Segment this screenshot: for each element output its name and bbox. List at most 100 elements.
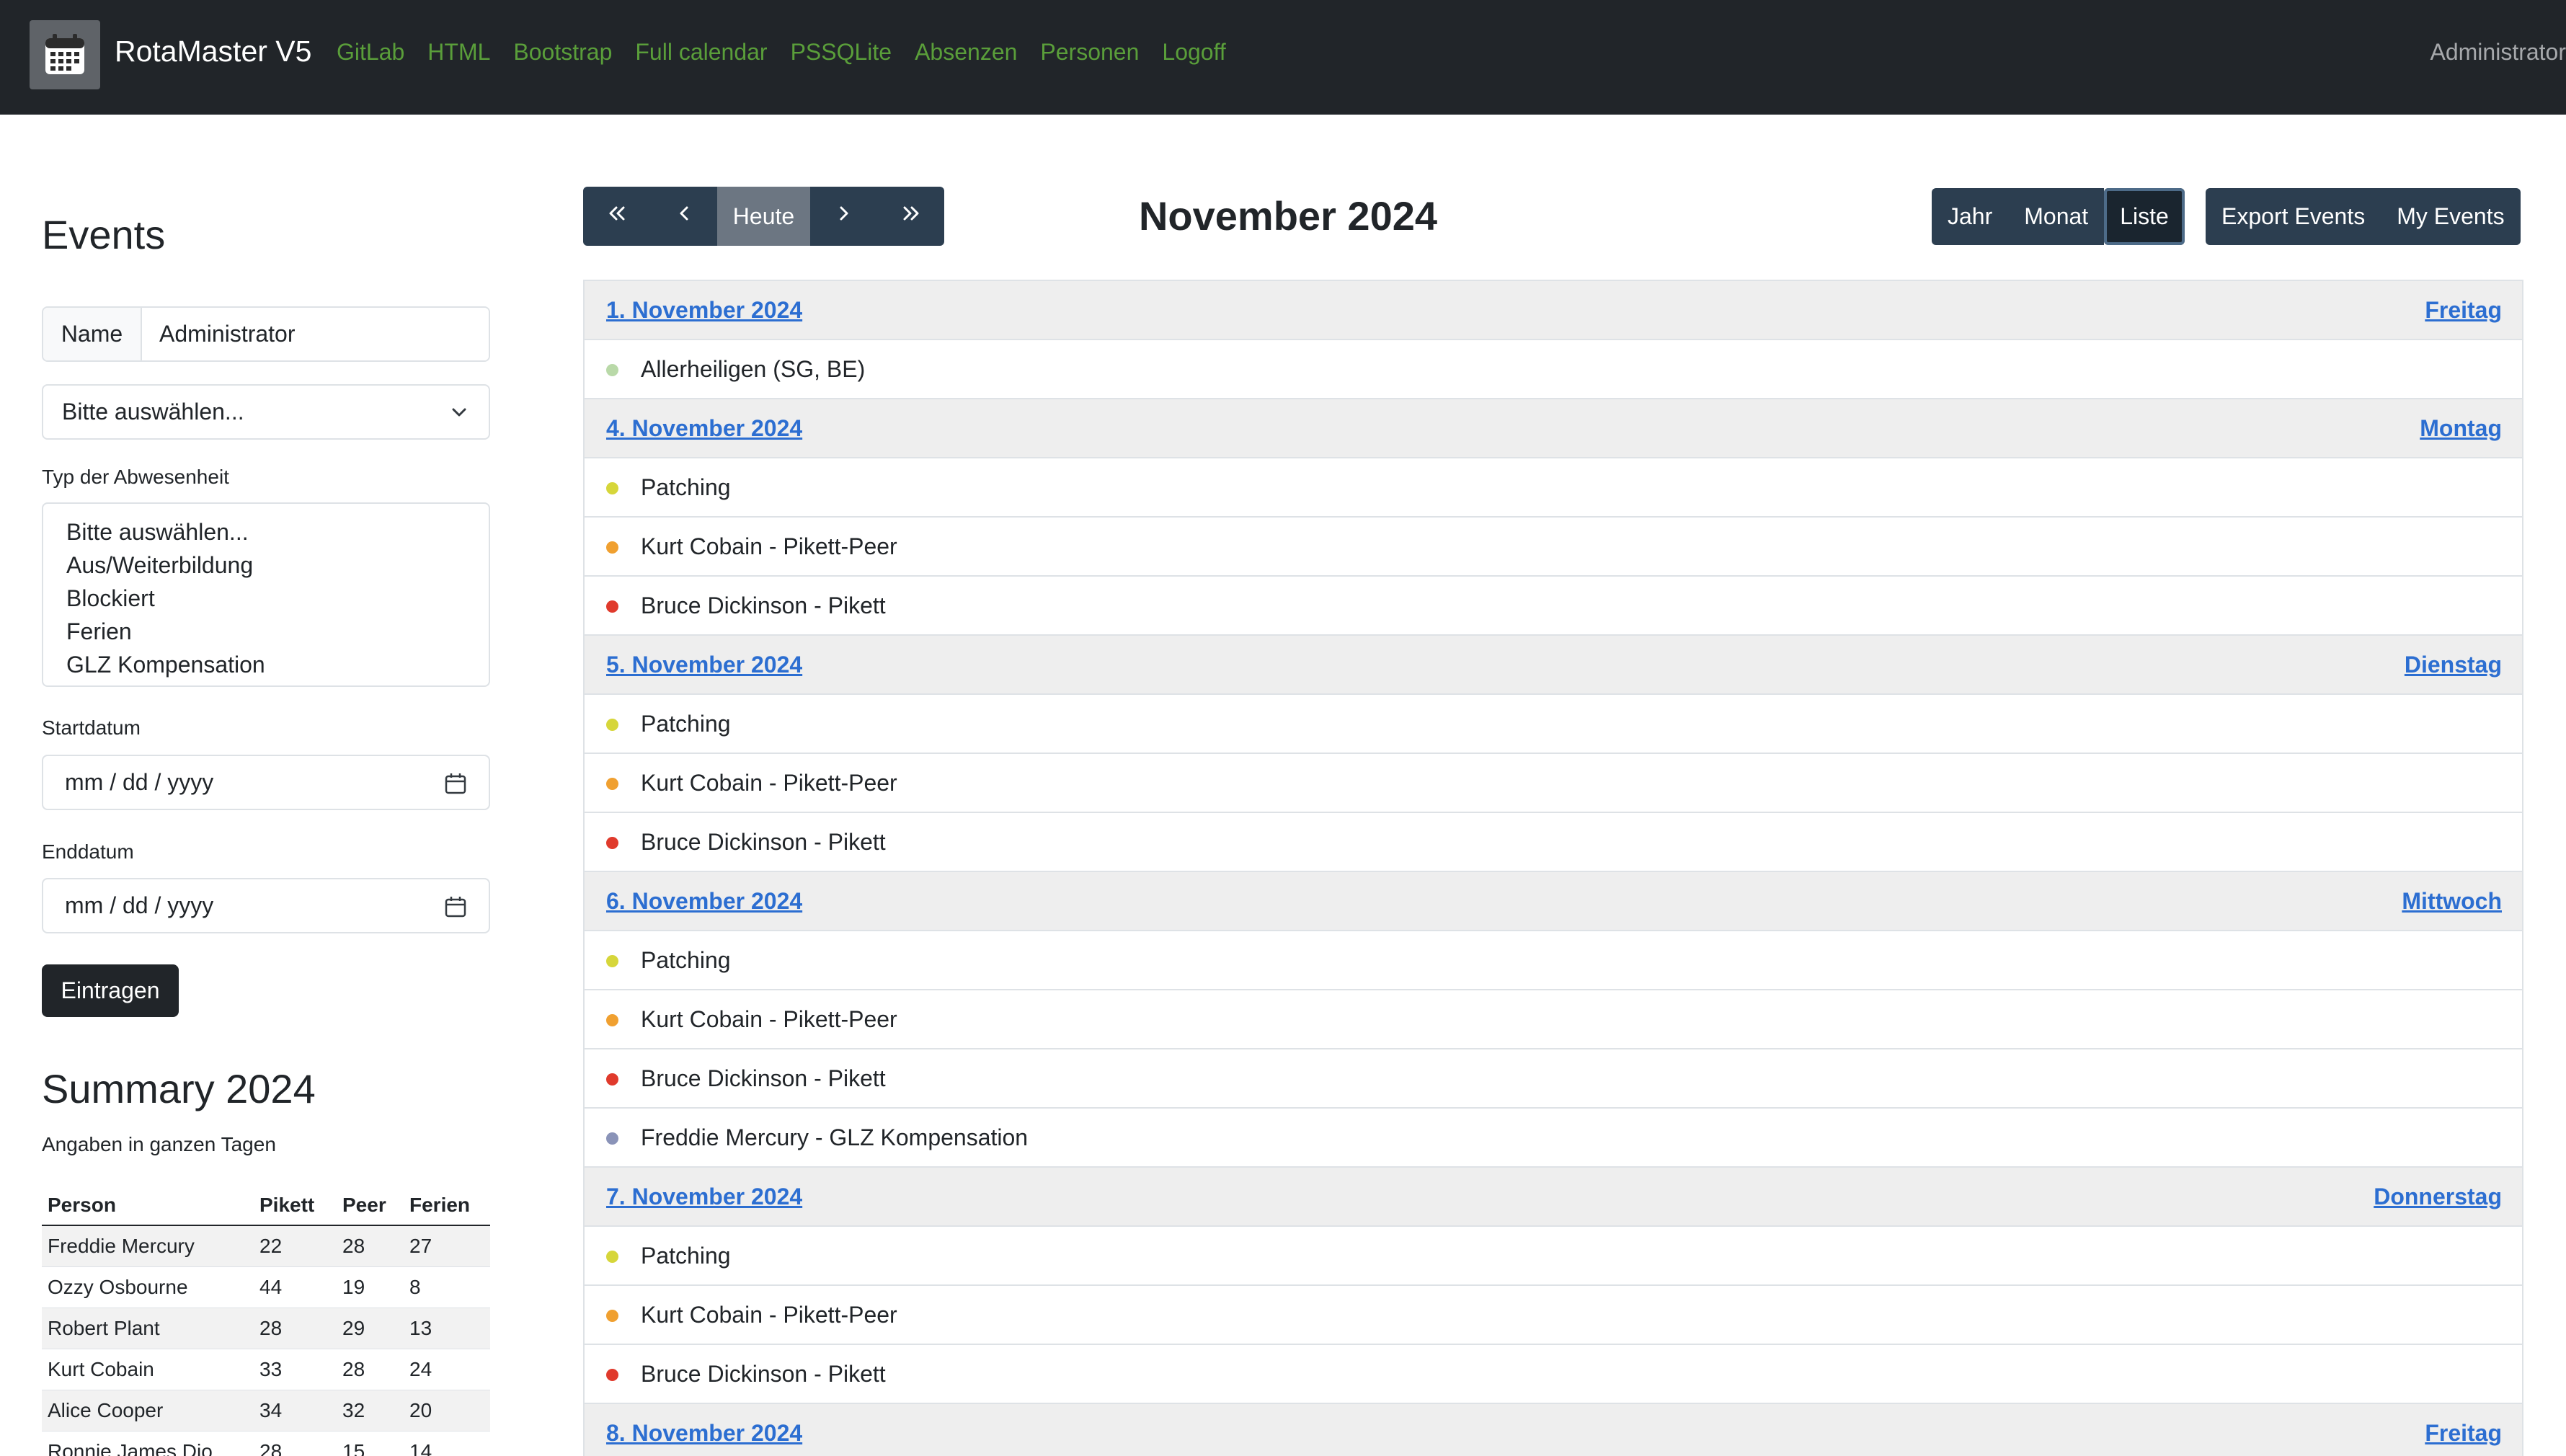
calendar-icon[interactable] — [444, 772, 467, 801]
view-liste-button[interactable]: Liste — [2104, 188, 2185, 245]
day-date-link[interactable]: 7. November 2024 — [606, 1184, 802, 1210]
events-heading: Events — [42, 212, 166, 257]
view-monat-button[interactable]: Monat — [2008, 188, 2105, 245]
event-row[interactable]: Allerheiligen (SG, BE) — [585, 340, 2522, 399]
nav-link-pssqlite[interactable]: PSSQLite — [791, 39, 892, 66]
day-weekday-link[interactable]: Donnerstag — [2374, 1184, 2502, 1210]
chevron-left-icon — [672, 202, 696, 231]
event-title: Kurt Cobain - Pikett-Peer — [641, 533, 897, 559]
next-month-button[interactable] — [810, 187, 877, 246]
app-name[interactable]: RotaMaster V5 — [115, 35, 311, 68]
enddatum-input[interactable]: mm / dd / yyyy — [42, 878, 490, 933]
eintragen-button[interactable]: Eintragen — [42, 964, 179, 1017]
pikett-cell: 28 — [254, 1431, 337, 1456]
day-date-link[interactable]: 4. November 2024 — [606, 415, 802, 442]
day-weekday-link[interactable]: Montag — [2420, 415, 2502, 442]
event-title: Bruce Dickinson - Pikett — [641, 1065, 886, 1091]
typ-option[interactable]: Blockiert — [66, 582, 466, 615]
nav-link-bootstrap[interactable]: Bootstrap — [513, 39, 612, 66]
nav-link-html[interactable]: HTML — [427, 39, 490, 66]
calendar-toolbar: Heute November 2024 Jahr Monat Liste Exp… — [583, 187, 2523, 246]
current-user: Administrator — [2430, 39, 2566, 65]
event-row[interactable]: Bruce Dickinson - Pikett — [585, 577, 2522, 636]
event-row[interactable]: Kurt Cobain - Pikett-Peer — [585, 990, 2522, 1049]
person-cell: Alice Cooper — [42, 1390, 254, 1431]
name-field[interactable] — [142, 308, 489, 360]
nav-links: GitLab HTML Bootstrap Full calendar PSSQ… — [337, 39, 1249, 66]
day-header: 5. November 2024 Dienstag — [585, 636, 2522, 695]
nav-link-full-calendar[interactable]: Full calendar — [635, 39, 767, 66]
event-title: Bruce Dickinson - Pikett — [641, 592, 886, 618]
startdatum-input[interactable]: mm / dd / yyyy — [42, 755, 490, 810]
event-dot — [606, 1073, 618, 1086]
nav-link-logoff[interactable]: Logoff — [1162, 39, 1225, 66]
name-input-group: Name — [42, 306, 490, 362]
event-dot — [606, 1251, 618, 1263]
summary-table: Person Pikett Peer Ferien Freddie Mercur… — [42, 1185, 490, 1456]
typ-option[interactable]: Ferien — [66, 615, 466, 648]
day-weekday-link[interactable]: Freitag — [2425, 297, 2502, 324]
day-date-link[interactable]: 1. November 2024 — [606, 297, 802, 324]
nav-link-absenzen[interactable]: Absenzen — [915, 39, 1017, 66]
day-weekday-link[interactable]: Freitag — [2425, 1420, 2502, 1447]
event-row[interactable]: Bruce Dickinson - Pikett — [585, 1345, 2522, 1404]
calendar-logo-icon[interactable] — [30, 20, 100, 89]
startdatum-label: Startdatum — [42, 716, 141, 739]
typ-option[interactable]: Bitte auswählen... — [66, 515, 466, 549]
calendar-icon[interactable] — [444, 895, 467, 924]
startdatum-placeholder: mm / dd / yyyy — [65, 769, 214, 795]
event-title: Bruce Dickinson - Pikett — [641, 1361, 886, 1387]
event-title: Patching — [641, 947, 731, 973]
prev-year-button[interactable] — [583, 187, 650, 246]
pikett-cell: 33 — [254, 1349, 337, 1390]
event-row[interactable]: Bruce Dickinson - Pikett — [585, 1049, 2522, 1109]
event-row[interactable]: Kurt Cobain - Pikett-Peer — [585, 1286, 2522, 1345]
event-row[interactable]: Bruce Dickinson - Pikett — [585, 813, 2522, 872]
typ-listbox[interactable]: Bitte auswählen... Aus/Weiterbildung Blo… — [42, 502, 490, 687]
event-dot — [606, 482, 618, 494]
typ-option[interactable]: Aus/Weiterbildung — [66, 549, 466, 582]
chevron-down-icon — [448, 401, 470, 429]
table-row: Alice Cooper 34 32 20 — [42, 1390, 490, 1431]
event-title: Patching — [641, 474, 731, 500]
event-row[interactable]: Patching — [585, 458, 2522, 518]
event-dot — [606, 719, 618, 731]
peer-cell: 28 — [337, 1349, 404, 1390]
event-row[interactable]: Patching — [585, 1227, 2522, 1286]
event-dot — [606, 778, 618, 790]
chevron-right-icon — [833, 202, 856, 231]
double-chevron-right-icon — [900, 202, 923, 231]
day-date-link[interactable]: 5. November 2024 — [606, 652, 802, 678]
column-header: Ferien — [404, 1185, 490, 1226]
pikett-cell: 44 — [254, 1266, 337, 1308]
person-cell: Kurt Cobain — [42, 1349, 254, 1390]
person-select-value: Bitte auswählen... — [62, 399, 244, 425]
person-cell: Ronnie James Dio — [42, 1431, 254, 1456]
day-date-link[interactable]: 6. November 2024 — [606, 888, 802, 915]
day-weekday-link[interactable]: Mittwoch — [2402, 888, 2502, 915]
today-button[interactable]: Heute — [717, 187, 810, 246]
event-row[interactable]: Kurt Cobain - Pikett-Peer — [585, 518, 2522, 577]
my-events-button[interactable]: My Events — [2381, 188, 2521, 245]
typ-option[interactable]: GLZ Kompensation — [66, 648, 466, 681]
event-row[interactable]: Patching — [585, 695, 2522, 754]
event-dot — [606, 541, 618, 554]
event-row[interactable]: Patching — [585, 931, 2522, 990]
event-dot — [606, 364, 618, 376]
day-date-link[interactable]: 8. November 2024 — [606, 1420, 802, 1447]
person-select[interactable]: Bitte auswählen... — [42, 384, 490, 440]
event-title: Kurt Cobain - Pikett-Peer — [641, 770, 897, 796]
event-dot — [606, 837, 618, 849]
day-weekday-link[interactable]: Dienstag — [2405, 652, 2502, 678]
prev-month-button[interactable] — [650, 187, 717, 246]
column-header: Person — [42, 1185, 254, 1226]
table-row: Ronnie James Dio 28 15 14 — [42, 1431, 490, 1456]
export-events-button[interactable]: Export Events — [2206, 188, 2381, 245]
nav-link-personen[interactable]: Personen — [1040, 39, 1139, 66]
name-label: Name — [43, 308, 142, 360]
event-row[interactable]: Kurt Cobain - Pikett-Peer — [585, 754, 2522, 813]
event-row[interactable]: Freddie Mercury - GLZ Kompensation — [585, 1109, 2522, 1168]
nav-link-gitlab[interactable]: GitLab — [337, 39, 404, 66]
next-year-button[interactable] — [877, 187, 944, 246]
view-jahr-button[interactable]: Jahr — [1932, 188, 2009, 245]
